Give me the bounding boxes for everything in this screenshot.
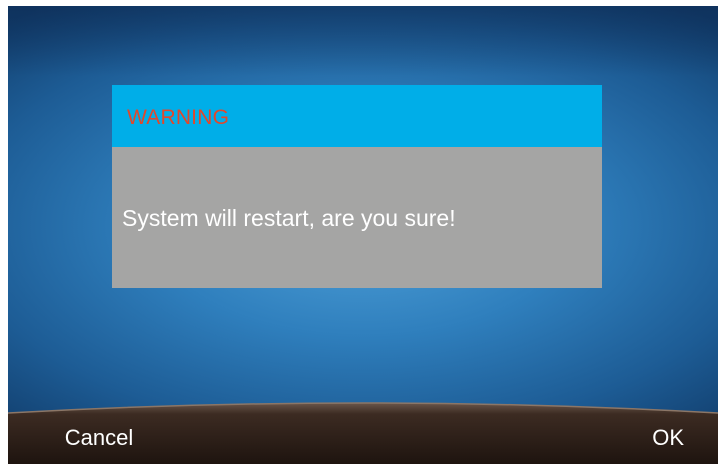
ok-softkey-label: OK	[652, 424, 684, 450]
dialog-message: System will restart, are you sure!	[122, 205, 456, 231]
softkey-3[interactable]	[374, 411, 556, 464]
softkey-bar: Cancel OK	[8, 401, 718, 464]
phone-screen: WARNING System will restart, are you sur…	[8, 6, 718, 464]
softkey-2[interactable]	[191, 411, 373, 464]
dialog-body: System will restart, are you sure!	[112, 147, 602, 288]
cancel-softkey[interactable]: Cancel	[8, 411, 190, 464]
dialog-title: WARNING	[127, 106, 230, 129]
dialog-header: WARNING	[112, 85, 602, 147]
warning-dialog: WARNING System will restart, are you sur…	[112, 85, 602, 288]
ok-softkey[interactable]: OK	[557, 411, 718, 464]
cancel-softkey-label: Cancel	[64, 424, 134, 450]
